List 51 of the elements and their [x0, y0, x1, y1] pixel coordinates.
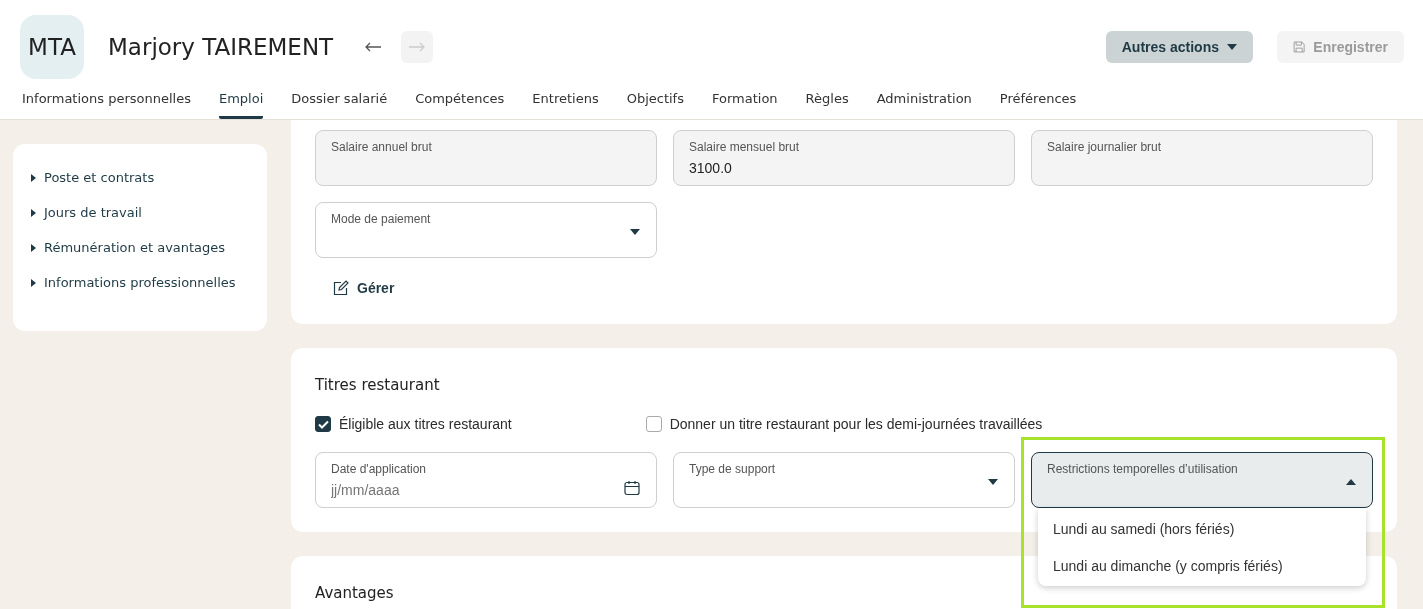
tab[interactable]: Dossier salarié	[291, 91, 388, 119]
sidebar-item[interactable]: Rémunération et avantages	[13, 230, 267, 265]
caret-icon	[1227, 44, 1237, 50]
field-label: Date d'application	[331, 462, 428, 476]
caret-icon	[31, 208, 36, 217]
caret-icon	[31, 173, 36, 182]
field-label: Type de support	[689, 462, 777, 476]
field-label: Mode de paiement	[331, 212, 432, 226]
caret-icon	[31, 243, 36, 252]
date-input[interactable]: jj/mm/aaaa	[331, 482, 579, 498]
tab[interactable]: Règles	[805, 91, 849, 119]
field-value: 3100.0	[689, 160, 733, 176]
manage-link[interactable]: Gérer	[329, 276, 399, 300]
section-title: Titres restaurant	[315, 376, 441, 394]
calendar-icon	[624, 480, 640, 496]
dropdown-option[interactable]: Lundi au samedi (hors fériés)	[1038, 510, 1366, 547]
tab[interactable]: Informations personnelles	[22, 91, 191, 119]
employee-name: Marjory TAIREMENT	[108, 34, 334, 60]
field-label: Salaire journalier brut	[1047, 140, 1163, 154]
caret-icon	[630, 229, 640, 235]
arrow-icon	[364, 42, 383, 52]
tab[interactable]: Entretiens	[532, 91, 599, 119]
select-field[interactable]: Type de support	[673, 452, 1015, 508]
edit-icon	[333, 280, 349, 296]
checkbox-label[interactable]: Éligible aux titres restaurant	[315, 416, 630, 432]
field-label: Salaire mensuel brut	[689, 140, 801, 154]
tab[interactable]: Formation	[712, 91, 778, 119]
select-field[interactable]: Restrictions temporelles d’utilisation	[1031, 452, 1373, 508]
checkbox[interactable]	[315, 416, 331, 432]
actions-button[interactable]: Autres actions	[1105, 31, 1253, 63]
checkbox[interactable]	[645, 416, 662, 432]
arrow-icon	[408, 42, 427, 52]
caret-icon	[31, 278, 36, 287]
tab[interactable]: Emploi	[218, 91, 264, 119]
caret-icon	[1346, 479, 1356, 485]
caret-icon	[988, 479, 998, 485]
section-title: Avantages	[315, 584, 395, 602]
tab[interactable]: Administration	[876, 91, 972, 119]
checkbox-label[interactable]: Donner un titre restaurant pour les demi-journées travaillées	[645, 416, 1043, 432]
avatar: MTA	[20, 15, 84, 79]
tab[interactable]: Compétences	[415, 91, 505, 119]
tab[interactable]: Objectifs	[626, 91, 684, 119]
field-label: Salaire annuel brut	[331, 140, 433, 154]
field-label: Restrictions temporelles d’utilisation	[1047, 462, 1239, 476]
sidebar-item[interactable]: Poste et contrats	[13, 160, 267, 195]
sidebar-item[interactable]: Jours de travail	[13, 195, 267, 230]
sidebar-item[interactable]: Informations professionnelles	[13, 265, 267, 300]
select-field[interactable]: Mode de paiement	[315, 202, 657, 258]
tab[interactable]: Préférences	[999, 91, 1077, 119]
check-icon	[317, 419, 329, 429]
dropdown-option[interactable]: Lundi au dimanche (y compris fériés)	[1038, 547, 1366, 584]
